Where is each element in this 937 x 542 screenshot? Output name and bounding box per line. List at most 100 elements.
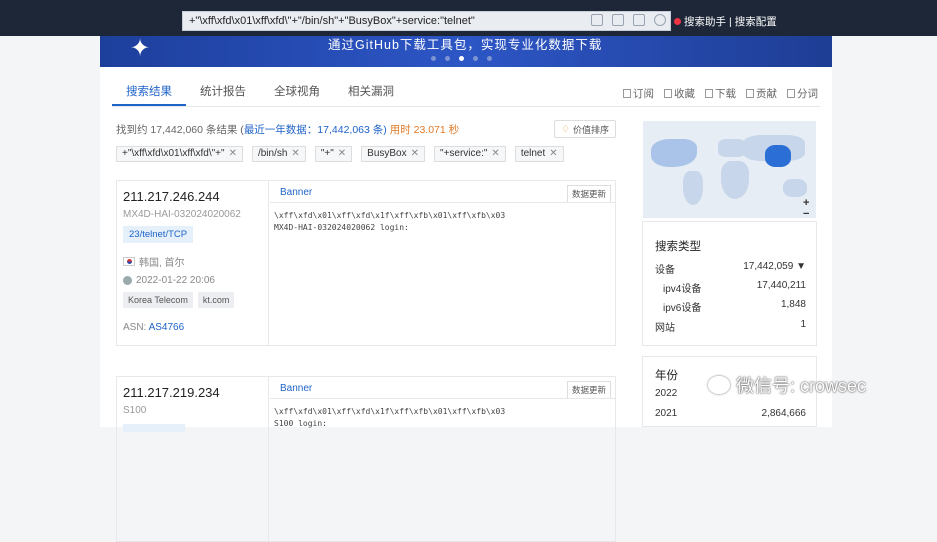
data-update-button[interactable]: 数据更新 [566,185,611,203]
value-sort-button[interactable]: ♢ 价值排序 [554,120,616,138]
chip-label: "+" [320,148,334,159]
subscribe-icon [623,89,631,98]
search-tools [591,14,666,26]
tab-search-results[interactable]: 搜索结果 [112,84,186,106]
search-config-link[interactable]: 搜索配置 [735,14,777,29]
type-value: 17,442,059 [743,261,794,272]
carousel-dot[interactable] [431,56,436,61]
org-tags: Korea Telecom kt.com [123,292,235,308]
banner-tab[interactable]: Banner [280,187,312,198]
host-ip[interactable]: 211.217.246.244 [123,189,220,204]
close-icon[interactable]: ✕ [549,147,557,161]
close-icon[interactable]: ✕ [229,147,237,161]
query-chip[interactable]: BusyBox ✕ [361,146,426,162]
close-icon[interactable]: ✕ [411,147,419,161]
hostname: MX4D-HAI-032024020062 [123,209,241,220]
chip-label: "+service:" [440,148,488,159]
type-row[interactable]: ipv4设备 17,440,211 [663,280,806,295]
banner-text: 通过GitHub下载工具包，实现专业化数据下载 [328,38,603,52]
favorite-button[interactable]: 收藏 [664,86,695,101]
europe-region [718,139,746,157]
query-chip[interactable]: telnet ✕ [514,146,564,162]
location: 韩国, 首尔 [123,254,185,269]
tab-global-view[interactable]: 全球视角 [260,84,334,106]
banner-divider [270,398,615,399]
search-input[interactable]: +"\xff\xfd\x01\xff\xfd\"+"/bin/sh"+"Busy… [182,11,671,31]
recent-year-link[interactable]: 最近一年数据 [244,124,307,136]
search-assistant-link[interactable]: 搜索助手 [684,14,726,29]
type-value-wrap: 17,442,059 ▼ [743,261,806,276]
wechat-logo-icon [708,376,730,394]
china-region [765,145,791,167]
subscribe-button[interactable]: 订阅 [623,86,654,101]
type-row[interactable]: ipv6设备 1,848 [663,299,806,314]
search-type-title: 搜索类型 [655,241,701,253]
close-icon[interactable]: ✕ [491,147,499,161]
query-chip[interactable]: "+service:" ✕ [434,146,506,162]
host-ip[interactable]: 211.217.219.234 [123,385,220,400]
asn-link[interactable]: AS4766 [149,322,185,333]
caret-down-icon[interactable]: ▼ [796,261,806,272]
africa-region [721,161,749,199]
type-row[interactable]: 网站 1 [655,319,806,334]
share-label: 分词 [797,88,818,100]
close-icon[interactable]: ✕ [291,147,299,161]
carousel-dot[interactable] [473,56,478,61]
query-chip[interactable]: +"\xff\xfd\x01\xff\xfd\"+" ✕ [116,146,243,162]
close-icon[interactable]: ✕ [338,147,346,161]
diamond-icon: ♢ [561,123,570,135]
carousel-dot-active[interactable] [459,56,464,61]
carousel-dot[interactable] [487,56,492,61]
ip-scan-icon[interactable] [591,14,603,26]
asn-label: ASN: [123,322,149,333]
result-card: 211.217.246.244 MX4D-HAI-032024020062 23… [116,180,616,346]
promo-banner[interactable]: ✦ 通过GitHub下载工具包，实现专业化数据下载 [100,36,832,67]
type-label: ipv6设备 [663,303,702,314]
year-value: 2,864,666 [761,408,807,419]
tab-statistics[interactable]: 统计报告 [186,84,260,106]
zoom-out-button[interactable]: − [803,209,809,220]
type-label: 网站 [655,323,675,334]
date-text: 2022-01-22 20:06 [136,275,215,286]
search-icon[interactable] [654,14,666,26]
download-button[interactable]: 下载 [705,86,736,101]
world-map[interactable] [643,121,816,218]
banner-divider [270,202,615,203]
data-update-button[interactable]: 数据更新 [566,381,611,399]
location-text[interactable]: 韩国, 首尔 [139,254,185,269]
org-tag[interactable]: Korea Telecom [123,292,193,308]
search-type-panel: 搜索类型 设备 17,442,059 ▼ ipv4设备 17,440,211 ipv… [642,221,817,346]
share-button[interactable]: 分词 [787,86,818,101]
tab-divider [112,106,820,107]
watermark: 微信号: crowsec [708,372,866,398]
scan-date: 2022-01-22 20:06 [123,275,215,286]
result-card: 211.217.219.234 S100 Banner 数据更新 \xff\xf… [116,376,616,542]
assistant-icon [674,18,681,25]
type-label: 设备 [655,265,675,276]
type-row[interactable]: 设备 17,442,059 ▼ [655,261,806,276]
contribute-button[interactable]: 贡献 [746,86,777,101]
sparkle-icon: ✦ [130,36,151,62]
image-search-icon[interactable] [612,14,624,26]
port-badge[interactable]: 23/telnet/TCP [123,226,194,243]
download-icon [705,89,713,98]
query-chip[interactable]: "+" ✕ [314,146,353,162]
carousel-dot[interactable] [445,56,450,61]
host-info: 211.217.246.244 MX4D-HAI-032024020062 23… [117,181,269,345]
expand-icon[interactable] [633,14,645,26]
query-chip[interactable]: /bin/sh ✕ [251,146,306,162]
value-sort-label: 价值排序 [572,124,609,135]
chip-label: telnet [520,148,546,159]
banner-tab[interactable]: Banner [280,383,312,394]
org-tag[interactable]: kt.com [197,292,235,308]
favorite-label: 收藏 [674,88,695,100]
result-count: 找到约 17,442,060 条结果 ( [116,124,244,136]
type-value: 17,440,211 [756,280,806,291]
year-row[interactable]: 2021 2,864,666 [655,408,806,419]
tab-related-vulns[interactable]: 相关漏洞 [334,84,408,106]
query-time: 用时 23.071 秒 [389,124,460,136]
carousel-dots [431,56,492,61]
link-separator: | [729,15,732,28]
watermark-text: 微信号: crowsec [736,376,867,396]
port-badge[interactable] [123,424,185,432]
